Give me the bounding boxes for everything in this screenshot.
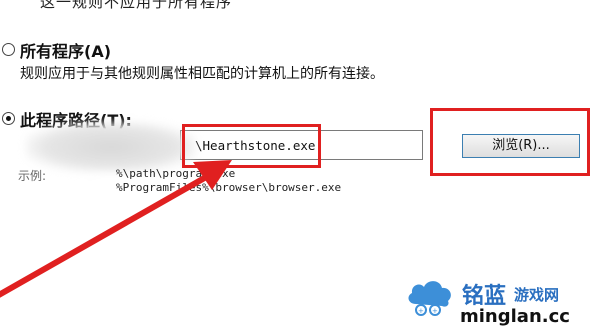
svg-text:+: + bbox=[418, 307, 424, 315]
watermark-url: minglan.cc bbox=[460, 306, 570, 327]
site-watermark: + + 铭蓝 游戏网 minglan.cc bbox=[398, 270, 600, 332]
cloud-logo-icon: + + bbox=[408, 281, 451, 316]
watermark-suffix: 游戏网 bbox=[514, 286, 560, 304]
svg-text:+: + bbox=[432, 307, 438, 315]
firewall-rule-program-dialog: 这一规则不应用于所有程序 所有程序(A) 规则应用于与其他规则属性相匹配的计算机… bbox=[0, 0, 600, 332]
